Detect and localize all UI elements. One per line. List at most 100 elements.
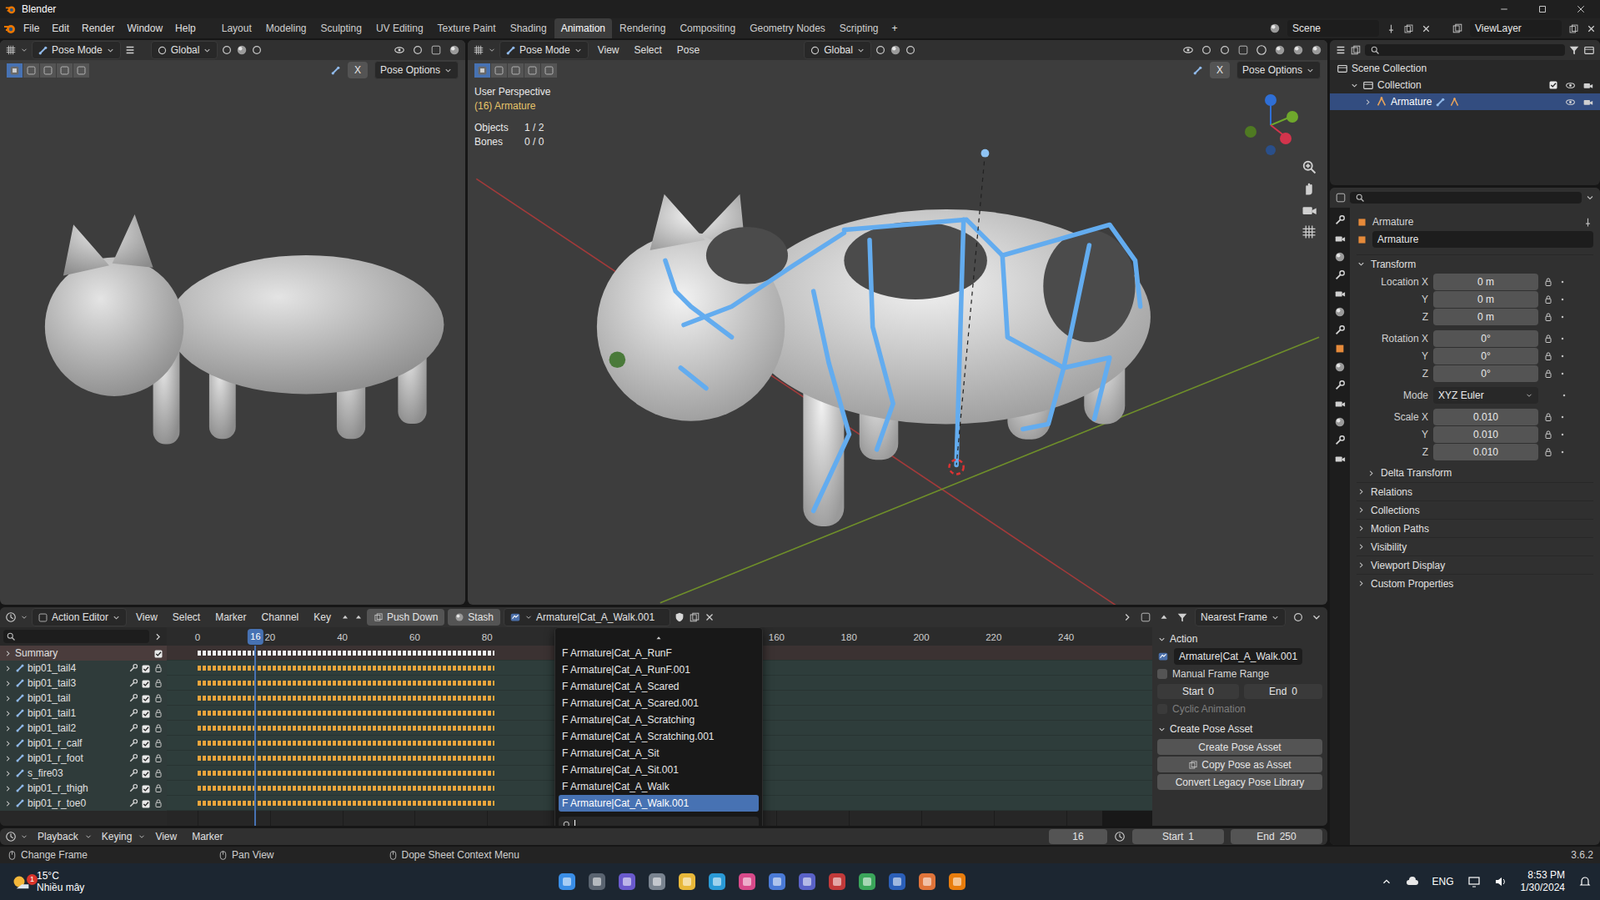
channel-row[interactable]: bip01_tail (0, 690, 167, 706)
menu-item[interactable]: Help (169, 19, 202, 38)
channel-row[interactable]: bip01_r_thigh (0, 780, 167, 796)
checkbox[interactable] (1157, 668, 1168, 679)
keyframes[interactable] (197, 650, 495, 656)
menu-item[interactable]: Window (120, 19, 169, 38)
number-field[interactable]: 0° (1433, 330, 1539, 347)
action-menu-item[interactable]: F Armature|Cat_A_Sit.001 (558, 761, 759, 778)
viewport-left[interactable]: Pose ModeGlobalXPose Options (0, 40, 466, 605)
workspace-tab[interactable]: UV Editing (369, 18, 431, 39)
explorer-icon[interactable] (677, 871, 698, 892)
channel-row[interactable]: bip01_r_toe0 (0, 795, 167, 811)
end-frame-field[interactable]: End250 (1230, 828, 1323, 844)
number-field[interactable]: 0 m (1433, 273, 1539, 291)
current-frame-field[interactable]: 16 (1048, 828, 1108, 844)
channel-row[interactable]: s_fire03 (0, 765, 167, 781)
mode-dropdown[interactable]: Pose Mode (499, 40, 589, 60)
end-field[interactable]: End0 (1243, 683, 1323, 699)
orientation-dropdown[interactable]: Global (150, 40, 219, 60)
channel-row[interactable]: Summary (0, 645, 167, 661)
channel-enabled-checkbox[interactable] (140, 690, 151, 706)
channel-enabled-checkbox[interactable] (140, 780, 151, 796)
channel-row[interactable]: bip01_tail3 (0, 675, 167, 691)
workspace-tab[interactable]: Scripting (832, 18, 886, 39)
push-down-button[interactable]: Push Down (366, 608, 445, 626)
manual-frame-range-row[interactable]: Manual Frame Range (1157, 665, 1323, 683)
action-menu-item[interactable]: F Armature|Cat_A_Scratching.001 (558, 727, 759, 745)
action-menu-item[interactable]: F Armature|Cat_A_Walk.001 (558, 794, 759, 812)
timeline-menu[interactable]: Playback (31, 827, 93, 846)
menu-item[interactable]: Render (75, 19, 121, 38)
maximize-button[interactable] (1523, 0, 1562, 19)
number-field[interactable]: 0 m (1433, 290, 1539, 308)
transform-panel-header[interactable]: Transform (1356, 254, 1594, 273)
chrome-profile-icon[interactable] (917, 871, 938, 892)
menu-item[interactable]: Edit (45, 19, 76, 38)
keyframes[interactable] (197, 755, 495, 761)
number-field[interactable]: 0° (1433, 347, 1539, 365)
action-menu-item[interactable]: F Armature|Cat_A_Scratching (558, 711, 759, 728)
cyclic-row[interactable]: Cyclic Animation (1157, 700, 1323, 718)
action-menu-search[interactable] (558, 816, 759, 826)
editor-menu[interactable]: View (130, 607, 164, 627)
pose-asset-button[interactable]: Convert Legacy Pose Library (1157, 773, 1323, 790)
close-button[interactable] (1561, 0, 1600, 19)
pose-asset-button[interactable]: Copy Pose as Asset (1157, 756, 1323, 773)
current-frame-line[interactable] (254, 645, 256, 826)
task-view-icon[interactable] (647, 871, 668, 892)
channel-search[interactable] (3, 629, 150, 643)
outliner-item[interactable]: Scene Collection (1329, 60, 1600, 77)
channel-row[interactable]: bip01_r_foot (0, 750, 167, 766)
store-icon[interactable] (767, 871, 788, 892)
subpanel-header[interactable]: Delta Transform (1356, 463, 1594, 482)
channel-enabled-checkbox[interactable] (140, 660, 151, 676)
start-frame-field[interactable]: Start1 (1132, 828, 1224, 844)
action-selector[interactable]: Armature|Cat_A_Walk.001 (503, 607, 671, 627)
number-field[interactable]: 0.010 (1433, 426, 1539, 443)
channel-enabled-checkbox[interactable] (140, 705, 151, 721)
minimize-button[interactable] (1484, 0, 1524, 19)
keyframes[interactable] (197, 740, 495, 746)
pose-asset-button[interactable]: Create Pose Asset (1157, 738, 1323, 755)
panel-header[interactable]: Action (1157, 630, 1323, 648)
outliner-item[interactable]: Collection (1329, 76, 1600, 94)
workspace-tab[interactable]: Animation (554, 18, 612, 39)
menu-item[interactable]: File (17, 19, 46, 38)
pose-options-dropdown[interactable]: Pose Options (374, 60, 459, 80)
editor-menu[interactable]: Marker (209, 607, 252, 627)
channel-enabled-checkbox[interactable] (140, 795, 151, 811)
keyframes[interactable] (197, 725, 495, 731)
number-field[interactable]: 0.010 (1433, 408, 1539, 426)
channel-row[interactable]: bip01_tail2 (0, 720, 167, 736)
editor-menu[interactable]: Select (166, 607, 206, 627)
mirror-axis[interactable]: X (1209, 61, 1230, 79)
workspace-tab[interactable]: Layout (215, 18, 259, 39)
chrome-icon[interactable] (857, 871, 878, 892)
workspace-tab[interactable]: Compositing (672, 18, 743, 39)
edge-icon[interactable] (707, 871, 728, 892)
scene-field[interactable]: Scene (1287, 20, 1380, 37)
action-menu-item[interactable]: F Armature|Cat_A_Scared (558, 677, 759, 695)
clock[interactable]: 8:53 PM1/30/2024 (1520, 868, 1565, 894)
properties-search[interactable] (1349, 191, 1582, 204)
viewport-menu[interactable]: Pose (671, 40, 706, 60)
navigation-gizmo-icon[interactable] (1237, 91, 1305, 159)
pose-options-dropdown[interactable]: Pose Options (1236, 60, 1321, 80)
panel-header[interactable]: Relations (1356, 481, 1594, 501)
orientation-dropdown[interactable]: Global (803, 40, 872, 60)
viewport-main[interactable]: Pose ModeViewSelectPoseGlobalXPose Optio… (467, 40, 1328, 605)
viewport-menu[interactable]: Select (628, 40, 668, 60)
panel-header[interactable]: Motion Paths (1356, 518, 1594, 537)
rotation-mode-dropdown[interactable]: XYZ Euler (1433, 386, 1539, 404)
mirror-axis[interactable]: X (347, 61, 368, 79)
channel-enabled-checkbox[interactable] (153, 645, 164, 661)
workspace-tab[interactable]: Modeling (259, 18, 314, 39)
channel-row[interactable]: bip01_tail1 (0, 705, 167, 721)
stash-button[interactable]: Stash (447, 608, 501, 626)
number-field[interactable]: 0 m (1433, 308, 1539, 326)
panel-header[interactable]: Custom Properties (1356, 573, 1594, 592)
number-field[interactable]: 0° (1433, 365, 1539, 382)
outliner-search[interactable] (1364, 44, 1565, 56)
action-menu-item[interactable]: F Armature|Cat_A_RunF (558, 644, 759, 662)
action-menu-item[interactable]: F Armature|Cat_A_Scared.001 (558, 694, 759, 712)
keyframe-area[interactable]: 02040608016018020022024016F Armature|Cat… (166, 626, 1153, 826)
